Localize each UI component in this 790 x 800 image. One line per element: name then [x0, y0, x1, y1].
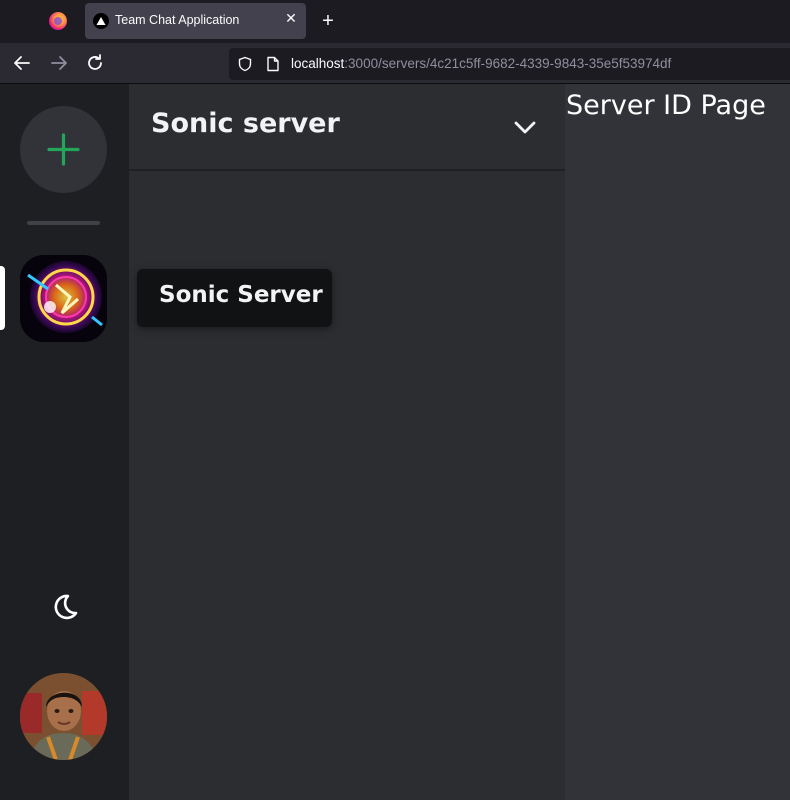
rail-separator — [27, 221, 100, 225]
server-nav-rail — [0, 84, 129, 800]
main-content: Server ID Page — [565, 84, 790, 800]
url-path: :3000/servers/4c21c5ff-9682-4339-9843-35… — [344, 56, 672, 71]
url-bar[interactable]: localhost:3000/servers/4c21c5ff-9682-433… — [229, 48, 790, 80]
browser-nav-bar: localhost:3000/servers/4c21c5ff-9682-433… — [0, 43, 790, 84]
chevron-down-icon — [514, 121, 536, 134]
url-host: localhost — [291, 56, 345, 71]
server-icon-sonic[interactable] — [20, 255, 107, 342]
browser-tab[interactable]: Team Chat Application ✕ — [85, 3, 306, 39]
add-server-button[interactable] — [20, 106, 107, 193]
new-tab-button[interactable]: + — [318, 11, 338, 31]
page-icon — [267, 56, 279, 72]
url-text[interactable]: localhost:3000/servers/4c21c5ff-9682-433… — [291, 56, 671, 71]
app-root: Sonic server Sonic Server Server ID Page — [0, 84, 790, 800]
server-tooltip: Sonic Server — [137, 269, 332, 327]
tab-title: Team Chat Application — [115, 13, 240, 27]
tooltip-text: Sonic Server — [159, 282, 323, 308]
server-name: Sonic server — [151, 108, 340, 139]
theme-toggle-button[interactable] — [46, 590, 80, 624]
moon-icon — [54, 594, 78, 620]
user-avatar[interactable] — [20, 673, 107, 760]
back-arrow-icon[interactable] — [10, 51, 34, 75]
server-image-icon — [20, 255, 107, 342]
page-title: Server ID Page — [566, 90, 766, 121]
shield-icon[interactable] — [237, 56, 253, 72]
firefox-logo-icon[interactable] — [49, 12, 67, 30]
forward-arrow-icon[interactable] — [47, 51, 71, 75]
browser-tab-bar: Team Chat Application ✕ + — [0, 0, 790, 43]
server-header-button[interactable]: Sonic server — [129, 84, 565, 171]
active-server-indicator — [0, 266, 5, 330]
reload-icon[interactable] — [83, 51, 107, 75]
user-avatar-image-icon — [20, 673, 107, 760]
plus-icon — [47, 133, 80, 166]
tab-close-icon[interactable]: ✕ — [283, 11, 299, 27]
tab-favicon-icon — [93, 13, 109, 29]
server-sidebar: Sonic server — [129, 84, 565, 800]
